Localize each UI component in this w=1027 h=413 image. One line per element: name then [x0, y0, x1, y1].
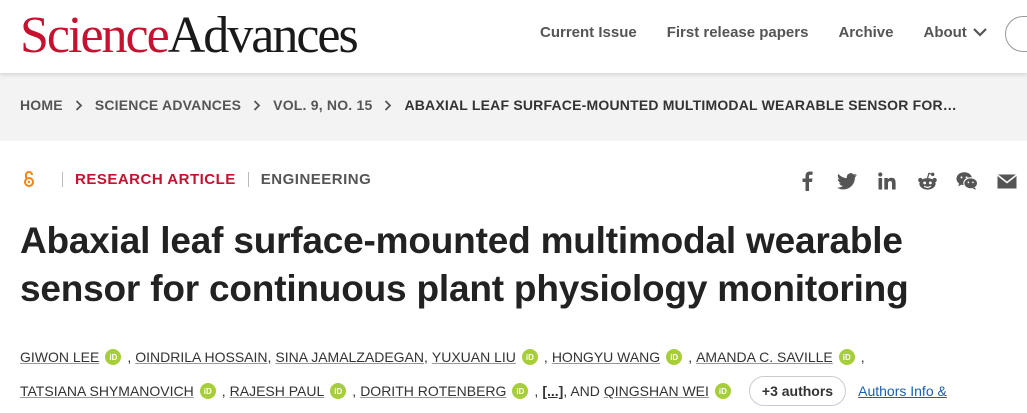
authors-info-link[interactable]: Authors Info & — [858, 383, 947, 399]
more-authors-button[interactable]: +3 authors — [748, 376, 847, 406]
nav-first-release-papers[interactable]: First release papers — [667, 24, 809, 41]
author-name[interactable]: SINA JAMALZADEGAN — [275, 349, 424, 365]
article-type[interactable]: RESEARCH ARTICLE — [75, 171, 236, 188]
article-title-line-2: sensor for continuous plant physiology m… — [20, 268, 909, 309]
meta-divider — [62, 171, 63, 187]
nav-current-issue[interactable]: Current Issue — [540, 24, 637, 41]
orcid-icon[interactable]: iD — [105, 349, 122, 365]
search-button[interactable] — [1005, 16, 1027, 52]
author-row-2: TATSIANA SHYMANOVICH iD, RAJESH PAUL iD,… — [20, 374, 1010, 408]
author-name[interactable]: TATSIANA SHYMANOVICH — [20, 383, 194, 399]
orcid-icon[interactable]: iD — [199, 383, 216, 399]
article-title: Abaxial leaf surface-mounted multimodal … — [20, 217, 1010, 313]
chevron-right-icon — [253, 99, 261, 111]
share-toolbar — [796, 170, 1027, 192]
meta-divider — [247, 171, 249, 187]
author-name[interactable]: GIWON LEE — [20, 349, 99, 365]
author-expand-ellipsis[interactable]: [...] — [542, 383, 563, 399]
nav-about[interactable]: About — [923, 24, 987, 41]
author-name[interactable]: OINDRILA HOSSAIN — [135, 349, 267, 365]
author-name[interactable]: DORITH ROTENBERG — [360, 383, 506, 399]
breadcrumb: HOME SCIENCE ADVANCES VOL. 9, NO. 15 ABA… — [20, 97, 957, 113]
author-name[interactable]: YUXUAN LIU — [432, 349, 516, 365]
breadcrumb-current-article: ABAXIAL LEAF SURFACE-MOUNTED MULTIMODAL … — [404, 97, 957, 113]
orcid-icon[interactable]: iD — [714, 383, 731, 399]
twitter-icon[interactable] — [836, 170, 858, 192]
author-name[interactable]: RAJESH PAUL — [230, 383, 325, 399]
nav-about-label: About — [923, 24, 967, 41]
chevron-down-icon — [973, 28, 987, 37]
chevron-right-icon — [75, 99, 83, 111]
facebook-icon[interactable] — [796, 170, 818, 192]
linkedin-icon[interactable] — [876, 170, 898, 192]
chevron-right-icon — [384, 99, 392, 111]
logo-advances: Advances — [167, 7, 359, 64]
author-and: , AND — [563, 383, 600, 399]
nav-archive[interactable]: Archive — [838, 24, 893, 41]
orcid-icon[interactable]: iD — [666, 349, 683, 365]
author-name[interactable]: QINGSHAN WEI — [604, 383, 709, 399]
orcid-icon[interactable]: iD — [521, 349, 538, 365]
top-navigation: Current Issue First release papers Archi… — [540, 24, 1017, 41]
breadcrumb-bar: HOME SCIENCE ADVANCES VOL. 9, NO. 15 ABA… — [0, 73, 1027, 141]
logo-science: Science — [20, 7, 170, 64]
open-access-icon — [22, 170, 36, 188]
author-name[interactable]: HONGYU WANG — [552, 349, 660, 365]
author-name[interactable]: AMANDA C. SAVILLE — [696, 349, 833, 365]
science-advances-logo[interactable]: ScienceAdvances — [20, 6, 359, 66]
email-icon[interactable] — [996, 170, 1018, 192]
breadcrumb-science-advances[interactable]: SCIENCE ADVANCES — [95, 97, 241, 113]
article-meta: RESEARCH ARTICLE ENGINEERING — [22, 170, 371, 188]
breadcrumb-issue[interactable]: VOL. 9, NO. 15 — [273, 97, 372, 113]
reddit-icon[interactable] — [916, 170, 938, 192]
breadcrumb-home[interactable]: HOME — [20, 97, 63, 113]
author-list: GIWON LEE iD, OINDRILA HOSSAIN, SINA JAM… — [20, 340, 1010, 408]
orcid-icon[interactable]: iD — [512, 383, 529, 399]
site-header: ScienceAdvances Current Issue First rele… — [0, 0, 1027, 73]
author-row-1: GIWON LEE iD, OINDRILA HOSSAIN, SINA JAM… — [20, 349, 865, 365]
article-title-line-1: Abaxial leaf surface-mounted multimodal … — [20, 220, 903, 261]
wechat-icon[interactable] — [956, 170, 978, 192]
orcid-icon[interactable]: iD — [330, 383, 347, 399]
orcid-icon[interactable]: iD — [838, 349, 855, 365]
article-subject[interactable]: ENGINEERING — [261, 171, 372, 188]
